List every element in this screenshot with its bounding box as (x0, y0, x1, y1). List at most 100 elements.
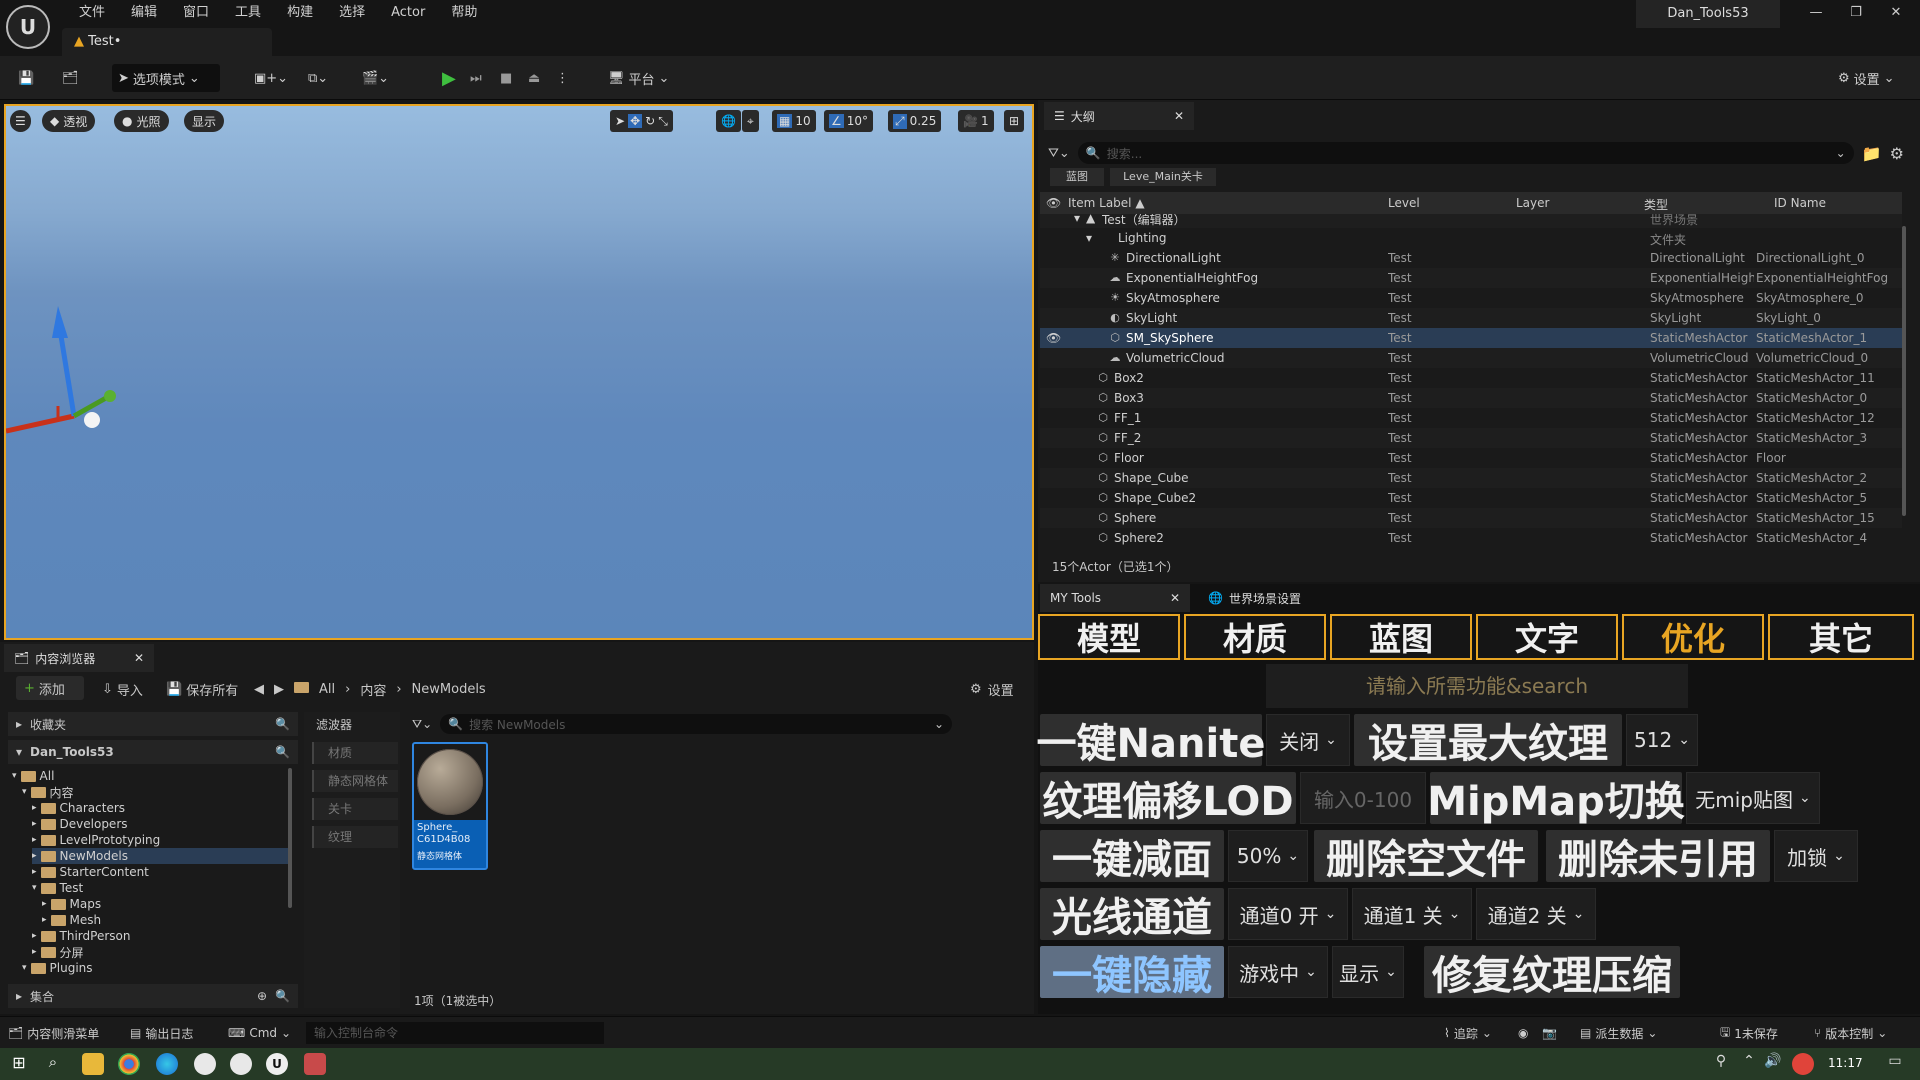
cat-material-button[interactable]: 材质 (1184, 614, 1326, 660)
step-icon[interactable]: ⏭ (464, 64, 488, 92)
outliner-tab[interactable]: ☰ 大纲 ✕ (1044, 102, 1194, 130)
minimize-icon[interactable]: — (1796, 5, 1836, 27)
filter-material[interactable]: 材质 (312, 742, 398, 764)
expand-arrow-icon[interactable]: ▸ (32, 835, 37, 845)
rotate-tool-icon[interactable]: ↻ (645, 114, 655, 128)
outliner-row[interactable]: ✳ DirectionalLight Test DirectionalLight Dir… (1040, 248, 1902, 268)
outliner-row[interactable]: ⬡ Sphere2 Test StaticMeshActor StaticMeshAct… (1040, 528, 1902, 548)
browse-icon[interactable]: 🗂 (56, 64, 85, 92)
content-browser-tab[interactable]: 🗂 内容浏览器 ✕ (4, 644, 154, 672)
expand-arrow-icon[interactable]: ▾ (22, 963, 27, 973)
record-icon[interactable]: ◉ (1518, 1023, 1528, 1043)
gizmo-x-axis[interactable] (6, 413, 75, 434)
folder-tree-item[interactable]: ▸ Maps (42, 896, 101, 912)
viewport-menu-icon[interactable]: ☰ (10, 110, 31, 132)
source-control-dropdown[interactable]: ⑂ 版本控制 ⌄ (1814, 1023, 1887, 1043)
filter-level[interactable]: 关卡 (312, 798, 398, 820)
transform-gizmo[interactable] (6, 306, 146, 446)
outliner-row[interactable]: ⬡ Shape_Cube2 Test StaticMeshActor StaticMes… (1040, 488, 1902, 508)
trace-dropdown[interactable]: ⌇ 追踪 ⌄ (1444, 1023, 1492, 1043)
hide-button[interactable]: 一键隐藏 (1040, 946, 1224, 999)
unreal-logo-icon[interactable]: U (6, 5, 50, 49)
add-actor-icon[interactable]: ▣+⌄ (248, 64, 294, 92)
surface-snap-icon[interactable]: ⌖ (742, 110, 759, 132)
outliner-row[interactable]: ⬡ Sphere Test StaticMeshActor StaticMeshActo… (1040, 508, 1902, 528)
asset-tile[interactable]: Sphere_ C61D4B08 静态网格体 (412, 742, 488, 870)
hide-mode-dropdown[interactable]: 游戏中 ⌄ (1228, 946, 1328, 998)
reduce-faces-button[interactable]: 一键减面 (1040, 830, 1224, 883)
expand-arrow-icon[interactable]: ▸ (32, 803, 37, 813)
search-icon[interactable]: 🔍 (275, 717, 290, 731)
visibility-eye-icon[interactable]: 👁 (1046, 331, 1061, 345)
channel0-dropdown[interactable]: 通道0 开 ⌄ (1228, 888, 1348, 940)
unsaved-button[interactable]: 🖫 1未保存 (1720, 1023, 1778, 1043)
filter-icon[interactable]: ⛛⌄ (412, 717, 432, 732)
viewport-layout-icon[interactable]: ⊞ (1004, 110, 1025, 132)
delete-unreferenced-button[interactable]: 删除未引用 (1546, 830, 1770, 883)
expand-arrow-icon[interactable]: ▸ (32, 851, 37, 861)
app-icon[interactable] (230, 1053, 252, 1075)
folder-tree-item[interactable]: ▾ All (12, 768, 54, 784)
col-layer[interactable]: Layer (1516, 196, 1549, 210)
menu-actor[interactable]: Actor (378, 2, 438, 24)
show-dropdown[interactable]: 显示 ⌄ (1332, 946, 1404, 998)
col-type[interactable]: 类型 (1644, 196, 1668, 213)
outliner-row[interactable]: ☁ VolumetricCloud Test VolumetricCloud Volum… (1040, 348, 1902, 368)
world-settings-tab[interactable]: 🌐 世界场景设置 (1198, 584, 1338, 612)
outliner-search-input[interactable]: 🔍 搜索... ⌄ (1077, 142, 1854, 164)
perspective-button[interactable]: ◆ 透视 (42, 110, 96, 132)
level-tab[interactable]: ▲ Test• (62, 28, 272, 56)
close-icon[interactable]: ✕ (1174, 109, 1184, 123)
expand-arrow-icon[interactable]: ▸ (32, 931, 37, 941)
scale-snap[interactable]: ⤢ 0.25 (888, 110, 942, 132)
filter-texture[interactable]: 纹理 (312, 826, 398, 848)
nanite-dropdown[interactable]: 关闭 ⌄ (1266, 714, 1350, 766)
scale-tool-icon[interactable]: ⤡ (658, 114, 668, 129)
folder-tree-item[interactable]: ▸ 分屏 (32, 944, 84, 960)
chip-level[interactable]: Leve_Main关卡 (1110, 168, 1216, 186)
stop-icon[interactable]: ■ (494, 64, 518, 92)
mytools-tab[interactable]: MY Tools ✕ (1040, 584, 1190, 612)
add-collection-icon[interactable]: ⊕ (257, 989, 267, 1003)
folder-tree-item[interactable]: ▸ Developers (32, 816, 128, 832)
max-texture-button[interactable]: 设置最大纹理 (1354, 714, 1622, 767)
expand-arrow-icon[interactable]: ▸ (32, 867, 37, 877)
more-options-icon[interactable]: ⋮ (550, 64, 575, 92)
import-button[interactable]: ⇩ 导入 (102, 680, 143, 699)
cat-other-button[interactable]: 其它 (1768, 614, 1914, 660)
favorites-header[interactable]: ▸ 收藏夹 🔍 (8, 712, 298, 736)
nanite-button[interactable]: 一键Nanite (1037, 714, 1265, 767)
app-icon[interactable] (304, 1053, 326, 1075)
notifications-icon[interactable]: ▭ (1884, 1053, 1906, 1075)
folder-tree-item[interactable]: ▸ Characters (32, 800, 125, 816)
search-icon[interactable]: 🔍 (275, 745, 290, 759)
max-texture-dropdown[interactable]: 512 ⌄ (1626, 714, 1698, 766)
cmd-dropdown[interactable]: ⌨ Cmd ⌄ (228, 1023, 291, 1043)
world-space-icon[interactable]: 🌐 (716, 110, 741, 132)
expand-arrow-icon[interactable]: ▸ (42, 899, 47, 909)
asset-search-input[interactable]: 🔍 搜索 NewModels ⌄ (440, 714, 952, 734)
menu-build[interactable]: 构建 (274, 2, 326, 24)
outliner-row[interactable]: ⬡ FF_1 Test StaticMeshActor StaticMeshActor_… (1040, 408, 1902, 428)
forward-icon[interactable]: ▶ (274, 682, 284, 697)
col-level[interactable]: Level (1388, 196, 1420, 210)
gizmo-z-axis[interactable] (58, 335, 77, 417)
gear-icon[interactable]: ⚙ (1890, 144, 1904, 163)
back-icon[interactable]: ◀ (254, 682, 264, 697)
settings-dropdown[interactable]: ⚙ 设置 ⌄ (1832, 64, 1901, 92)
chrome-icon[interactable] (118, 1053, 140, 1075)
windows-start-icon[interactable]: ⊞ (8, 1053, 30, 1075)
cb-settings-button[interactable]: ⚙ 设置 (970, 680, 1014, 699)
console-input[interactable]: 输入控制台命令 (306, 1022, 604, 1044)
mipmap-dropdown[interactable]: 无mip贴图 ⌄ (1686, 772, 1820, 824)
expand-arrow-icon[interactable]: ▸ (32, 819, 37, 829)
lock-dropdown[interactable]: 加锁 ⌄ (1774, 830, 1858, 882)
save-all-button[interactable]: 💾 保存所有 (166, 680, 238, 699)
content-drawer-button[interactable]: 🗂 内容侧滑菜单 (8, 1023, 99, 1043)
light-channel-button[interactable]: 光线通道 (1040, 888, 1224, 941)
menu-select[interactable]: 选择 (326, 2, 378, 24)
folder-tree-item[interactable]: ▸ NewModels (32, 848, 290, 864)
col-item-label[interactable]: Item Label ▲ (1068, 196, 1145, 210)
menu-file[interactable]: 文件 (66, 2, 118, 24)
outliner-row[interactable]: ⬡ Box3 Test StaticMeshActor StaticMeshActor_… (1040, 388, 1902, 408)
